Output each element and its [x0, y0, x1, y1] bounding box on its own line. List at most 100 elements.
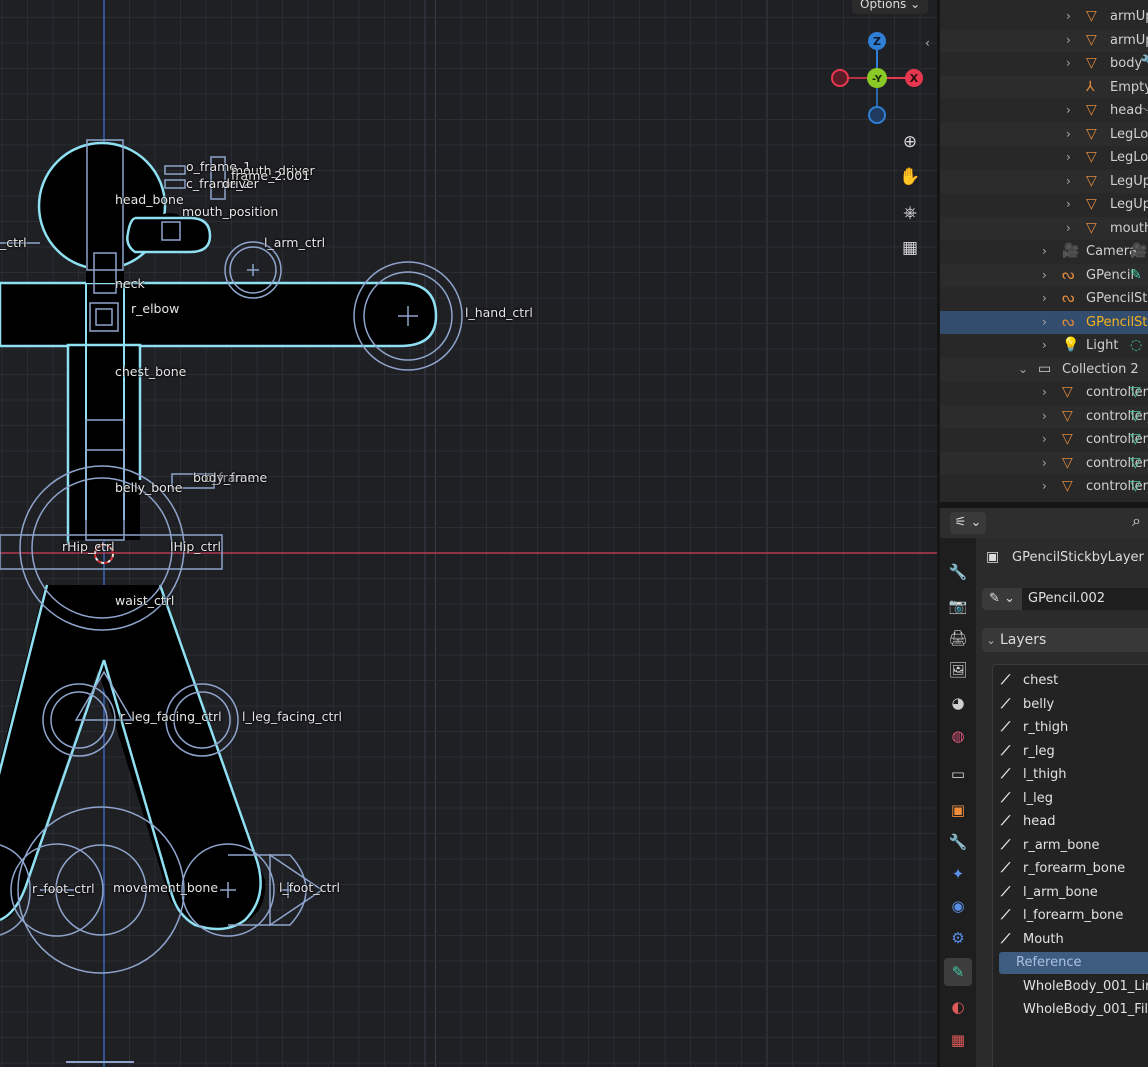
chevron-right-icon[interactable]: › [1042, 264, 1047, 287]
constraint-icon[interactable]: ⚙ [944, 924, 972, 952]
shader-fx-icon[interactable]: ✦ [944, 860, 972, 888]
vertex-icon[interactable]: ▽ [1130, 475, 1141, 498]
vertex-icon[interactable]: ▽ [1130, 381, 1141, 404]
sidebar-toggle-icon[interactable]: ‹ [925, 36, 930, 50]
options-dropdown[interactable]: Options ⌄ [852, 0, 929, 14]
outliner-row[interactable]: › ▽ controller ▽ [940, 381, 1148, 404]
outliner-row[interactable]: › ▽ head ⤳ [940, 99, 1148, 122]
outliner-row[interactable]: › ▽ armUpper.001 [940, 5, 1148, 28]
outliner-row[interactable]: › ᔓ GPencilStickbyLay [940, 310, 1148, 334]
mesh-icon: ▽ [1062, 407, 1073, 424]
texture-icon[interactable]: ▦ [944, 1026, 972, 1054]
modifier-icon[interactable]: 🔧 [944, 828, 972, 856]
chevron-right-icon[interactable]: › [1066, 217, 1071, 240]
outliner-row[interactable]: ›▽controller_5▽ [940, 475, 1148, 498]
grid-ortho-icon[interactable]: ▦ [896, 234, 924, 262]
chevron-right-icon[interactable]: › [1042, 428, 1047, 451]
outliner-row[interactable]: › ▽ body🔧 [940, 52, 1148, 75]
outliner-row[interactable]: ›▽controller_3▽ [940, 428, 1148, 451]
editor-type-icon[interactable]: ⚟ ⌄ [950, 512, 986, 534]
vertex-icon[interactable]: ▽ [1130, 405, 1141, 428]
outliner-item-label: Light [1086, 338, 1119, 353]
collection-icon[interactable]: ▭ [944, 760, 972, 788]
chevron-right-icon[interactable]: › [1066, 99, 1071, 122]
scene-icon[interactable]: ◕ [944, 689, 972, 717]
world-icon[interactable]: ◍ [944, 722, 972, 750]
zoom-icon[interactable]: ⊕ [896, 128, 924, 156]
layer-row[interactable]: ⟋ r_leg [993, 741, 1148, 763]
outliner-row[interactable]: › ▽ LegLower.001 [940, 122, 1148, 146]
camera-view-icon[interactable]: ⎈ [896, 199, 924, 227]
hand-pan-icon[interactable]: ✋ [896, 163, 924, 191]
data-selector[interactable]: ✎ ⌄ [982, 588, 1022, 610]
render-icon[interactable]: 📷 [944, 592, 972, 620]
constraint-icon[interactable]: ⤳ [1140, 99, 1148, 122]
chevron-right-icon[interactable]: › [1066, 52, 1071, 75]
chevron-right-icon[interactable]: › [1066, 5, 1071, 28]
wrench-icon[interactable]: 🔧 [1140, 52, 1148, 75]
gpencil-data-icon[interactable]: ✎ [944, 958, 972, 986]
tool-icon[interactable]: 🔧 [944, 558, 972, 586]
outliner-row[interactable]: ⌄ ▭ Collection 2 [940, 357, 1148, 381]
chevron-right-icon[interactable]: › [1042, 452, 1047, 475]
chevron-right-icon[interactable]: › [1042, 405, 1047, 428]
outliner-row[interactable]: › ᔓ GPencilStick [940, 287, 1148, 310]
outliner-row[interactable]: › 💡 Light ◌ [940, 334, 1148, 357]
chevron-right-icon[interactable]: › [1042, 381, 1047, 404]
layer-row[interactable]: ⟋ r_forearm_bone [993, 858, 1148, 880]
search-icon[interactable]: ⌕ [1132, 511, 1141, 531]
layer-row[interactable]: ⟋ belly [993, 694, 1148, 716]
outliner-row[interactable]: › ᔓ GPencil ✎ [940, 263, 1148, 287]
3d-viewport[interactable]: Z X -Y Options ⌄ ‹ ⊕ ✋ ⎈ ▦ head_bone mou… [0, 0, 937, 1067]
chevron-right-icon[interactable]: › [1066, 123, 1071, 146]
layer-row[interactable]: ⟋ head [993, 811, 1148, 833]
chevron-right-icon[interactable]: › [1066, 193, 1071, 216]
layer-row[interactable]: ⟋ Mouth [993, 929, 1148, 951]
chevron-right-icon[interactable]: › [1042, 334, 1047, 357]
chevron-right-icon[interactable]: › [1042, 475, 1047, 498]
physics-icon[interactable]: ◉ [944, 892, 972, 920]
layer-row[interactable]: ⟋ r_arm_bone [993, 835, 1148, 857]
chevron-right-icon[interactable]: › [1066, 29, 1071, 52]
layer-row[interactable]: ⟋ l_forearm_bone [993, 905, 1148, 927]
layer-row[interactable]: ⟋ r_thigh [993, 717, 1148, 739]
outliner-row[interactable]: ›▽controller_4▽ [940, 451, 1148, 475]
outliner-row[interactable]: ›▽controller_2▽ [940, 404, 1148, 428]
view-layer-icon[interactable]: 🖼 [944, 656, 972, 684]
layer-row[interactable]: ⟋ l_leg [993, 788, 1148, 810]
outliner[interactable]: › ▽ armUpper.001 › ▽ armUpper.002 › ▽ body🔧 ⅄ Empt… [940, 0, 1148, 502]
chevron-right-icon[interactable]: › [1066, 146, 1071, 169]
object-icon[interactable]: ▣ [944, 796, 972, 824]
outliner-row[interactable]: › 🎥 Camera 🎥 [940, 240, 1148, 263]
outliner-row[interactable]: › ▽ armUpper.002 [940, 28, 1148, 52]
outliner-row[interactable]: › ▽ LegUpper.001 [940, 169, 1148, 193]
data-name-field[interactable]: GPencil.002 [1022, 588, 1148, 610]
output-icon[interactable]: 🖨 [944, 624, 972, 652]
layer-row[interactable]: WholeBody_001_Line [993, 976, 1148, 998]
viewport-canvas[interactable]: Z X -Y [0, 0, 937, 1067]
chevron-down-icon[interactable]: ⌄ [1018, 358, 1028, 381]
layer-row[interactable]: Reference [999, 952, 1148, 974]
gp-data-icon[interactable]: ✎ [1130, 264, 1142, 287]
chevron-right-icon[interactable]: › [1042, 311, 1047, 334]
vertex-icon[interactable]: ▽ [1130, 428, 1141, 451]
layer-row[interactable]: WholeBody_001_Fill [993, 999, 1148, 1021]
outliner-row[interactable]: › ▽ LegUpper.002 [940, 193, 1148, 216]
light-data-icon[interactable]: ◌ [1130, 334, 1142, 357]
camera-data-icon[interactable]: 🎥 [1130, 240, 1147, 263]
outliner-row[interactable]: › ▽ mouth_modifie [940, 216, 1148, 240]
vertex-icon[interactable]: ▽ [1130, 452, 1141, 475]
outliner-row[interactable]: ⅄ Empty [940, 75, 1148, 99]
layer-row[interactable]: ⟋ chest [993, 670, 1148, 692]
material-icon[interactable]: ◐ [944, 993, 972, 1021]
layer-row[interactable]: ⟋ l_thigh [993, 764, 1148, 786]
layer-row[interactable]: ⟋ l_arm_bone [993, 882, 1148, 904]
chevron-right-icon[interactable]: › [1066, 170, 1071, 193]
chevron-right-icon[interactable]: › [1042, 287, 1047, 310]
outliner-row[interactable]: › ▽ LegLower.002 [940, 146, 1148, 169]
chevron-right-icon[interactable]: › [1042, 240, 1047, 263]
layers-list[interactable]: ⟋ chest ⟋ belly ⟋ r_thigh ⟋ r_leg ⟋ l_thigh ⟋ l_leg… [992, 664, 1148, 1067]
properties-editor[interactable]: ⚟ ⌄ ⌕ 🔧 📷 🖨 🖼 ◕ ◍ ▭ ▣ 🔧 ✦ ◉ ⚙ ✎ ◐ ▦ ▣ GPencilStickbyLa… [940, 508, 1148, 1067]
label-r-ctrl-partial: _ctrl [0, 235, 27, 250]
layers-panel-header[interactable]: ⌄ Layers [982, 628, 1148, 652]
